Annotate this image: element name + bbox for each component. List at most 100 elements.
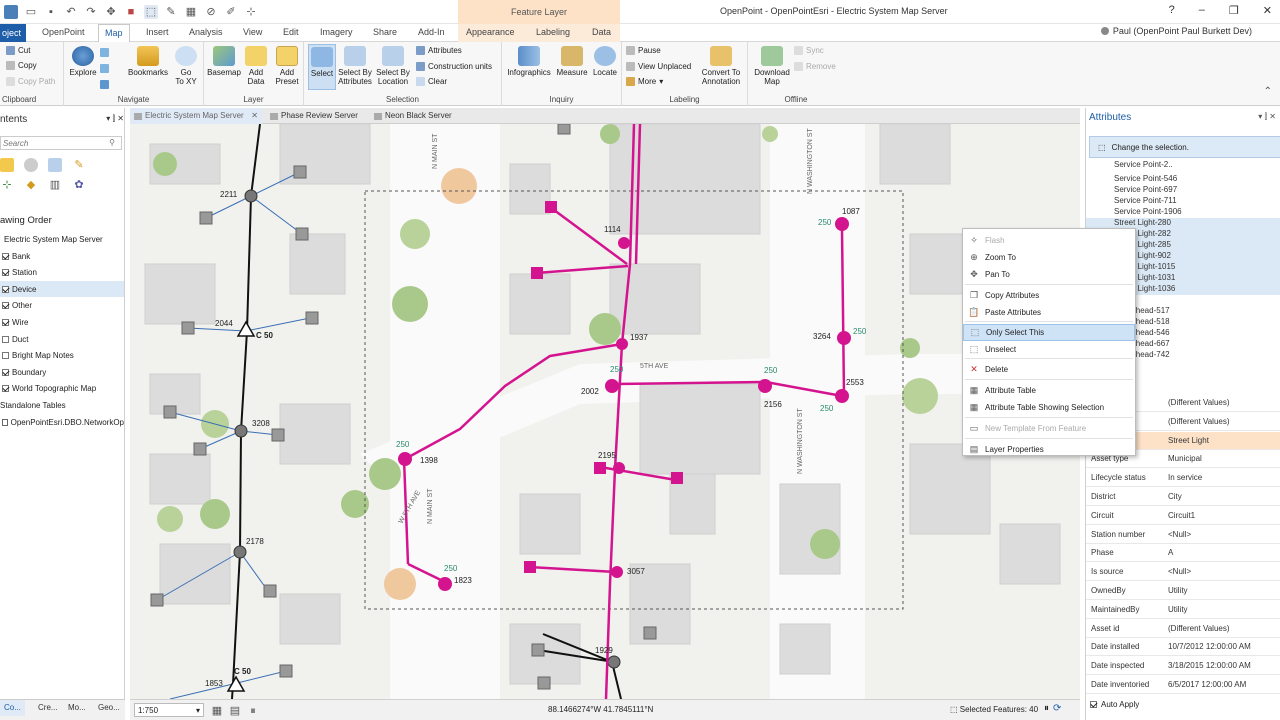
convert-to-annotation-button[interactable]: Convert To Annotation [698, 46, 744, 86]
restore-button[interactable]: ❐ [1229, 4, 1239, 17]
tab-electric-system-map-server[interactable]: Electric System Map Server ✕ [130, 108, 262, 124]
attribute-field-value[interactable]: In service [1168, 473, 1202, 482]
save-icon[interactable]: ▪ [44, 5, 58, 19]
list-by-selection-icon[interactable] [48, 158, 62, 172]
attribute-field-value[interactable]: (Different Values) [1168, 398, 1230, 407]
attribute-field-value[interactable]: 10/7/2012 12:00:00 AM [1168, 642, 1251, 651]
selection-tree-item[interactable]: Service Point-1906 [1114, 207, 1182, 218]
attribute-field-value[interactable]: Circuit1 [1168, 511, 1195, 520]
list-by-source-icon[interactable] [24, 158, 38, 172]
selection-tree-item[interactable]: Service Point-697 [1114, 185, 1177, 196]
locate-button[interactable]: Locate [590, 46, 620, 77]
chart-icon[interactable]: ▥ [48, 178, 62, 192]
attribute-field-value[interactable]: <Null> [1168, 567, 1191, 576]
select-by-location-button[interactable]: Select By Location [375, 46, 411, 86]
remove-button[interactable]: Remove [794, 62, 836, 71]
map-canvas[interactable]: 2211 2044 C 50 3208 2178 1853 C 50 1114 1937 2002… [130, 124, 1080, 699]
minimize-button[interactable]: – [1199, 4, 1205, 17]
layer-item[interactable]: Duct [0, 331, 124, 347]
clear-button[interactable]: Clear [416, 77, 447, 86]
attribute-row[interactable]: Asset id (Different Values) [1086, 620, 1280, 638]
menu-item-delete[interactable]: ✕ Delete [963, 361, 1135, 378]
pane-controls[interactable]: ▾ ⫿ ✕ [1258, 112, 1276, 122]
add-data-button[interactable]: Add Data [242, 46, 270, 86]
attribute-row[interactable]: Station number <Null> [1086, 526, 1280, 544]
attribute-row[interactable]: MaintainedBy Utility [1086, 601, 1280, 619]
basemap-button[interactable]: Basemap [206, 46, 242, 77]
grid-icon[interactable]: ▦ [210, 704, 224, 718]
menu-item-layer-properties[interactable]: ▤ Layer Properties [963, 441, 1135, 458]
layer-item[interactable]: Boundary [0, 364, 124, 380]
pane-menu-icon[interactable]: ▾ ⫿ ✕ [106, 114, 124, 124]
measure-button[interactable]: Measure [554, 46, 590, 77]
tab-geoprocessing[interactable]: Geo... [94, 700, 124, 716]
selection-tree-item[interactable]: Service Point-546 [1114, 174, 1177, 185]
attributes-button[interactable]: Attributes [416, 46, 462, 55]
go-to-xy-button[interactable]: Go To XY [172, 46, 200, 86]
tab-edit[interactable]: Edit [283, 27, 299, 37]
construction-units-button[interactable]: Construction units [416, 62, 492, 71]
pause-button[interactable]: Pause [626, 46, 661, 55]
layer-item[interactable]: World Topographic Map [0, 381, 124, 397]
attribute-row[interactable]: Lifecycle status In service [1086, 469, 1280, 488]
layer-visibility-checkbox[interactable] [2, 269, 9, 277]
attribute-row[interactable]: Date installed 10/7/2012 12:00:00 AM [1086, 638, 1280, 657]
layer-item[interactable]: Wire [0, 314, 124, 330]
more-button[interactable]: More ▾ [626, 77, 663, 86]
fixed-zoom-button[interactable] [100, 64, 109, 73]
standalone-table-item[interactable]: OpenPointEsri.DBO.NetworkOp [0, 414, 124, 430]
menu-item-flash[interactable]: ✧ Flash [963, 232, 1135, 249]
attribute-row[interactable]: Date inventoried 6/5/2017 12:00:00 AM [1086, 676, 1280, 694]
menu-item-paste-attributes[interactable]: 📋 Paste Attributes [963, 304, 1135, 321]
redo-icon[interactable]: ↷ [84, 5, 98, 19]
copy-path-button[interactable]: Copy Path [6, 77, 55, 86]
perspective-icon[interactable]: ✿ [72, 178, 86, 192]
toolbox-icon[interactable]: ■ [124, 5, 138, 19]
tab-phase-review-server[interactable]: Phase Review Server [266, 108, 362, 124]
tab-labeling[interactable]: Labeling [536, 27, 570, 37]
explore-button[interactable]: Explore [66, 46, 100, 77]
pause-icon[interactable]: ⏸ [1044, 703, 1049, 714]
tab-create[interactable]: Cre... [34, 700, 62, 716]
copy-button[interactable]: Copy [6, 61, 37, 70]
attribute-row[interactable]: Phase A [1086, 544, 1280, 563]
attribute-row[interactable]: Is source <Null> [1086, 563, 1280, 582]
sync-button[interactable]: Sync [794, 46, 824, 55]
attribute-field-value[interactable]: A [1168, 548, 1173, 557]
attribute-field-value[interactable]: (Different Values) [1168, 624, 1230, 633]
tab-neon-black-server[interactable]: Neon Black Server [370, 108, 456, 124]
attribute-row[interactable]: District City [1086, 488, 1280, 506]
auto-apply-checkbox[interactable]: Auto Apply [1090, 700, 1139, 709]
labeling-icon[interactable]: ◆ [24, 178, 38, 192]
attribute-row[interactable]: Circuit Circuit1 [1086, 507, 1280, 525]
menu-item-copy-attributes[interactable]: ❐ Copy Attributes [963, 287, 1135, 304]
measure-grid-icon[interactable]: ▤ [228, 704, 242, 718]
layer-item[interactable]: Station [0, 265, 124, 281]
attribute-row[interactable]: OwnedBy Utility [1086, 582, 1280, 600]
layer-item[interactable]: Bright Map Notes [0, 348, 124, 364]
scale-selector[interactable]: 1:750 ▾ [134, 703, 204, 717]
full-extent-button[interactable] [100, 48, 109, 57]
refresh-icon[interactable]: ⟳ [1053, 703, 1061, 714]
undo-icon[interactable]: ↶ [64, 5, 78, 19]
select-icon[interactable]: ⬚ [144, 5, 158, 19]
attribute-field-value[interactable]: Street Light [1168, 436, 1209, 445]
menu-item-attribute-table-showing-selection[interactable]: ▦ Attribute Table Showing Selection [963, 399, 1135, 416]
menu-item-only-select-this[interactable]: ⬚ Only Select This [963, 324, 1135, 341]
collapse-ribbon-icon[interactable]: ⌃ [1264, 86, 1272, 97]
download-map-button[interactable]: Download Map [750, 46, 794, 86]
tab-appearance[interactable]: Appearance [466, 27, 515, 37]
attribute-field-value[interactable]: (Different Values) [1168, 417, 1230, 426]
select-button[interactable]: Select [308, 44, 336, 90]
tab-share[interactable]: Share [373, 27, 397, 37]
tab-insert[interactable]: Insert [146, 27, 169, 37]
list-by-drawing-order-icon[interactable] [0, 158, 14, 172]
pencil-icon[interactable]: ✐ [224, 5, 238, 19]
map-item[interactable]: Electric System Map Server [0, 231, 124, 247]
layer-item[interactable]: Device [0, 281, 124, 298]
tab-project[interactable]: oject [0, 24, 26, 42]
user-account[interactable]: Paul (OpenPoint Paul Burkett Dev) [1100, 26, 1252, 36]
bookmarks-button[interactable]: Bookmarks [126, 46, 170, 77]
attribute-field-value[interactable]: 6/5/2017 12:00:00 AM [1168, 680, 1246, 689]
close-tab-icon[interactable]: ✕ [251, 108, 258, 124]
